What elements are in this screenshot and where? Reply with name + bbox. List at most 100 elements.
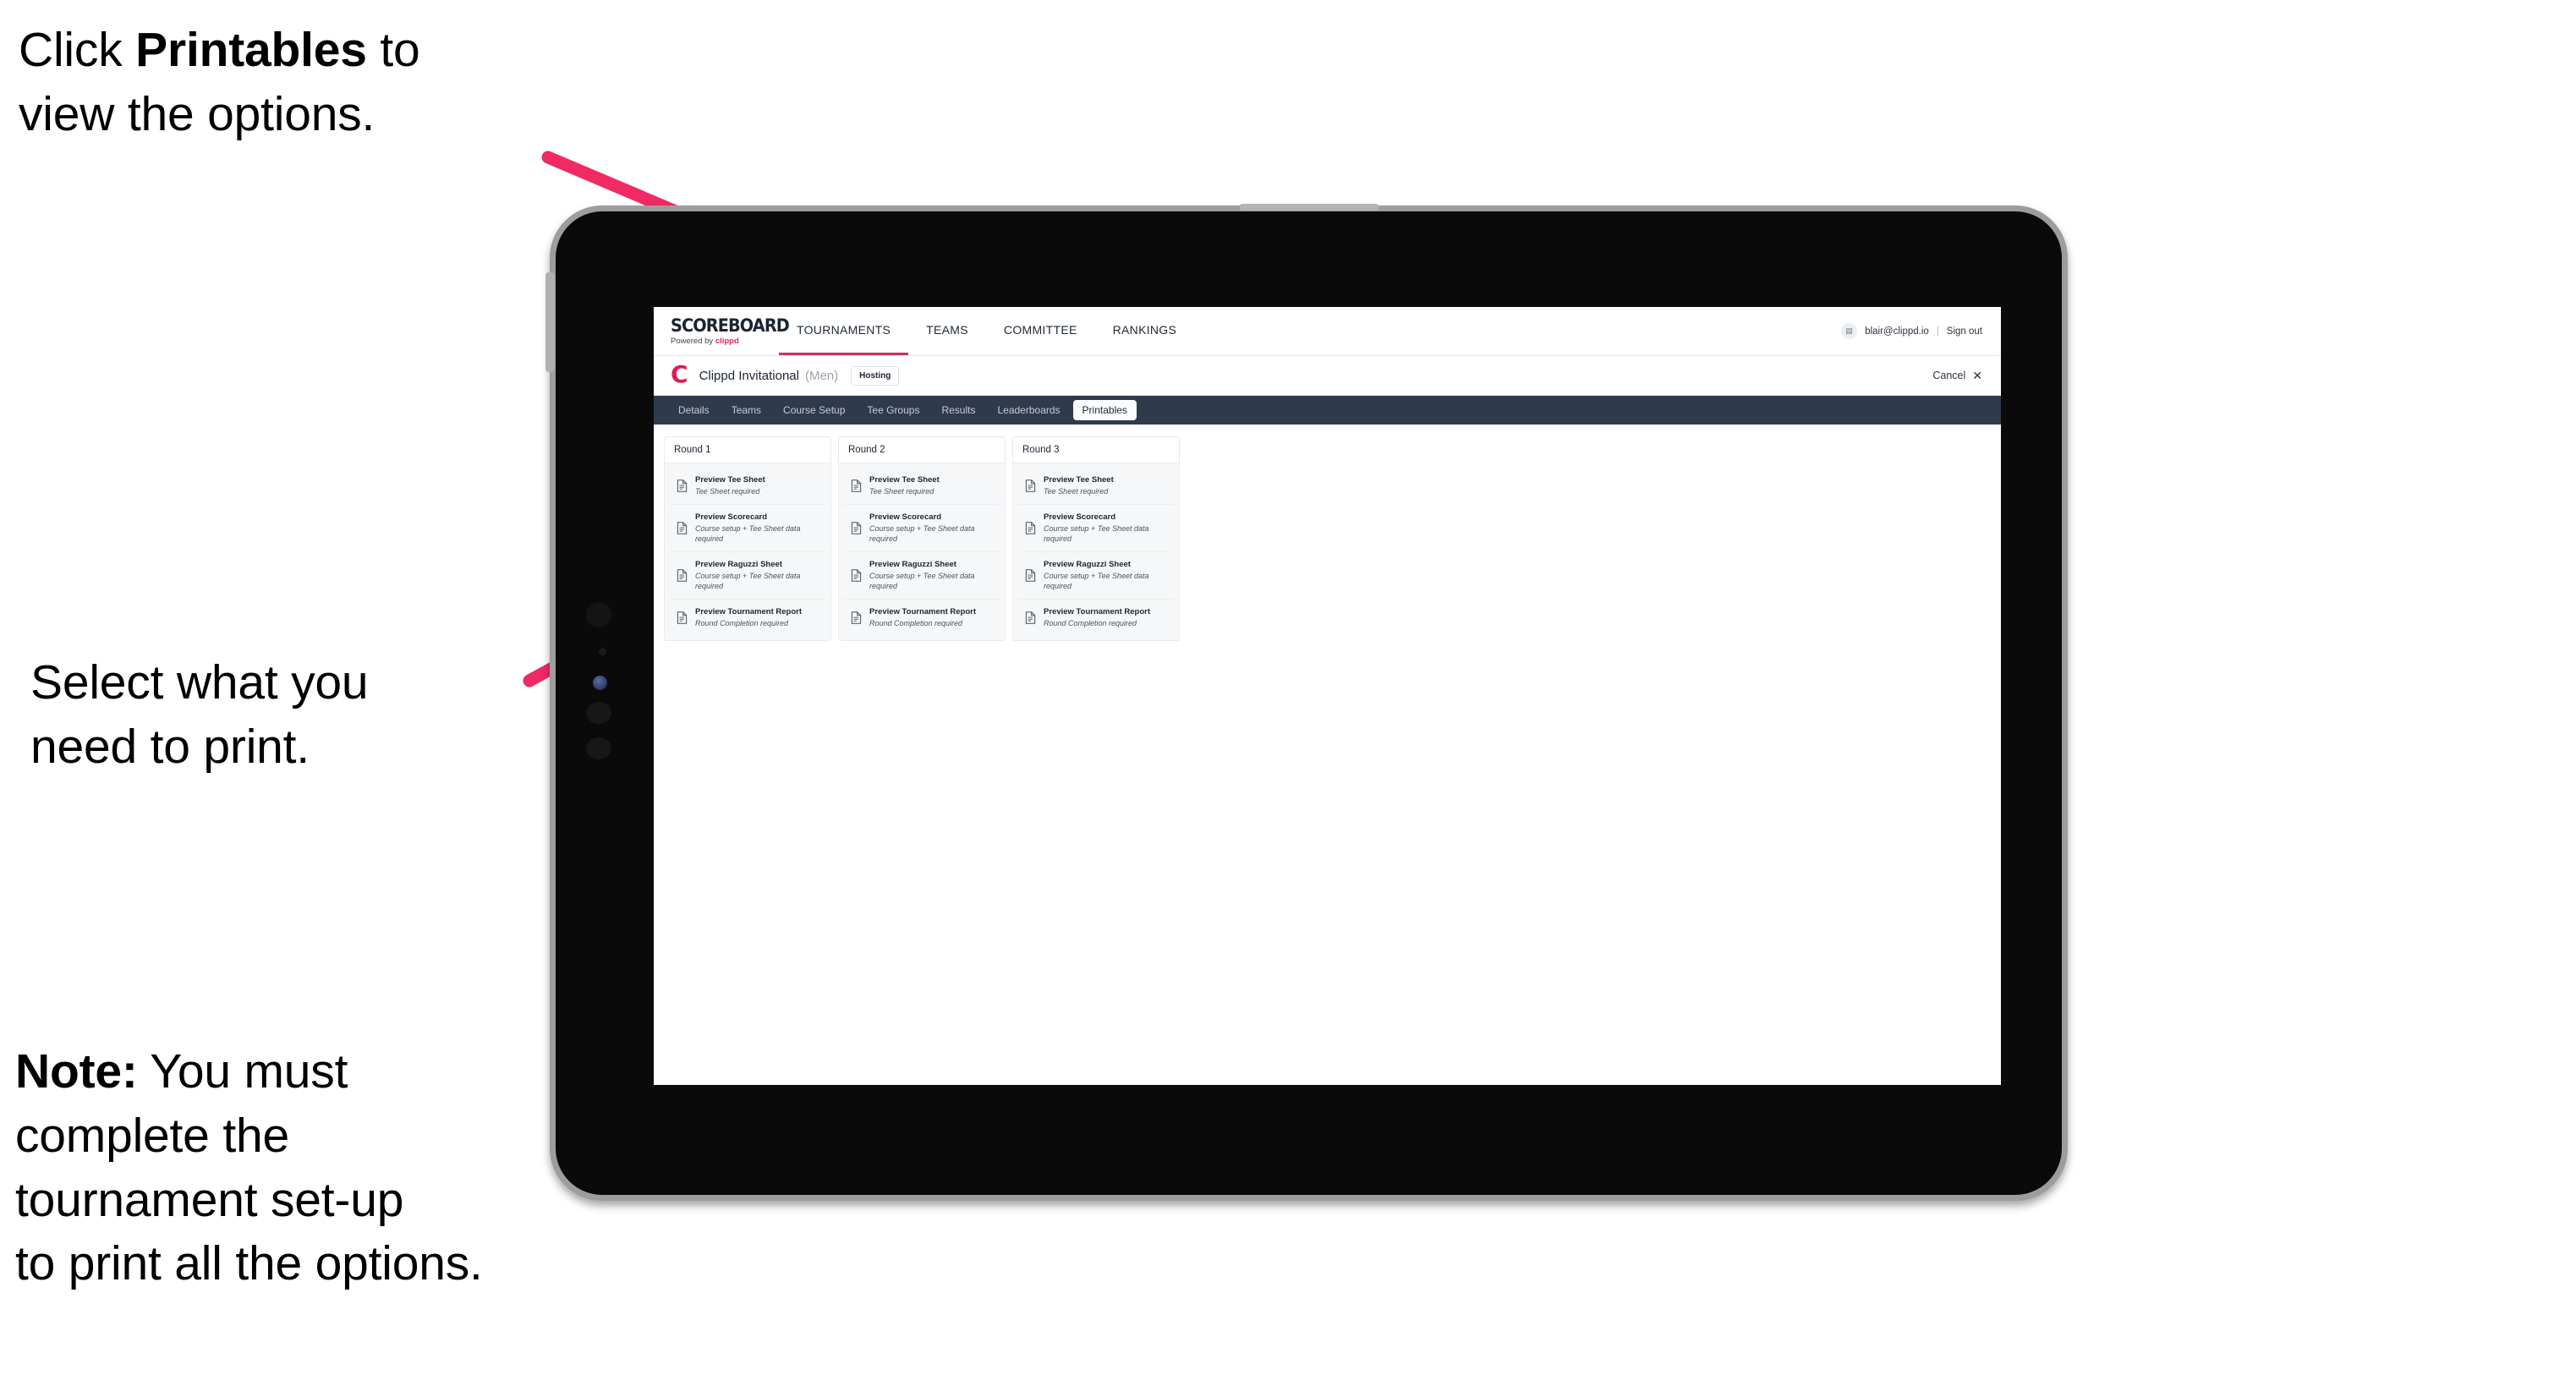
nav-item-tournaments[interactable]: TOURNAMENTS [779, 307, 909, 355]
tablet-top-speaker [1239, 204, 1378, 211]
printable-tee-sheet[interactable]: Preview Tee Sheet Tee Sheet required [844, 468, 1000, 505]
printable-title: Preview Tee Sheet [869, 475, 940, 485]
document-icon [1025, 569, 1036, 582]
document-icon [851, 569, 862, 582]
printable-requirement: Round Completion required [1044, 618, 1137, 627]
printable-title: Preview Tee Sheet [695, 475, 765, 485]
tab-details[interactable]: Details [669, 400, 719, 420]
printable-requirement: Course setup + Tee Sheet data required [869, 571, 975, 590]
printable-requirement: Course setup + Tee Sheet data required [869, 523, 975, 543]
screenshot-root: Click Printables to view the options. Se… [0, 0, 2576, 1386]
round-items: Preview Tee Sheet Tee Sheet required Prev… [1013, 463, 1179, 641]
document-icon [677, 569, 688, 582]
annotation-middle: Select what you need to print. [30, 655, 369, 774]
logo-wordmark: SCOREBOARD [671, 315, 790, 336]
account-area: ▤ blair@clippd.io | Sign out [1841, 307, 2001, 355]
round-column-3: Round 3 Preview Tee Sheet Tee Sheet requi… [1012, 436, 1180, 642]
document-icon [677, 611, 688, 624]
printable-title: Preview Tournament Report [695, 607, 802, 617]
round-items: Preview Tee Sheet Tee Sheet required Prev… [665, 463, 830, 641]
document-icon [851, 611, 862, 624]
document-icon [1025, 479, 1036, 492]
printable-requirement: Round Completion required [869, 618, 963, 627]
logo-tagline-brand: clippd [715, 336, 739, 346]
round-header: Round 3 [1013, 437, 1179, 463]
nav-item-teams[interactable]: TEAMS [908, 307, 986, 355]
printable-requirement: Tee Sheet required [1044, 486, 1109, 496]
tournament-tabs: Details Teams Course Setup Tee Groups Re… [654, 396, 2001, 425]
logo-tagline-prefix: Powered by [671, 336, 715, 346]
printable-tee-sheet[interactable]: Preview Tee Sheet Tee Sheet required [670, 468, 825, 505]
nav-item-rankings[interactable]: RANKINGS [1095, 307, 1195, 355]
printable-requirement: Tee Sheet required [695, 486, 760, 496]
volume-rocker-button[interactable] [545, 272, 555, 372]
clippd-c-logo-icon: C [671, 359, 688, 388]
tournament-name: Clippd Invitational [699, 368, 799, 383]
tournament-header: C Clippd Invitational (Men) Hosting Canc… [654, 356, 2001, 396]
tab-printables[interactable]: Printables [1072, 400, 1137, 420]
printable-title: Preview Tee Sheet [1044, 475, 1114, 485]
printable-tournament-report[interactable]: Preview Tournament Report Round Completio… [844, 600, 1000, 637]
sensor-dot-icon [599, 648, 606, 655]
tab-tee-groups[interactable]: Tee Groups [858, 400, 929, 420]
printable-requirement: Course setup + Tee Sheet data required [1044, 571, 1149, 590]
document-icon [851, 479, 862, 492]
printables-content: Round 1 Preview Tee Sheet Tee Sheet requi… [654, 425, 2001, 1085]
printable-title: Preview Raguzzi Sheet [1044, 560, 1131, 570]
tab-results[interactable]: Results [932, 400, 984, 420]
tab-leaderboards[interactable]: Leaderboards [988, 400, 1069, 420]
printable-title: Preview Raguzzi Sheet [695, 560, 782, 570]
printable-scorecard[interactable]: Preview Scorecard Course setup + Tee Shee… [1018, 504, 1174, 553]
avatar[interactable]: ▤ [1841, 323, 1858, 339]
side-button-lower[interactable] [586, 737, 611, 759]
tablet-device: SCOREBOARD Powered by clippd TOURNAMENTS… [545, 204, 2068, 1201]
printable-requirement: Course setup + Tee Sheet data required [1044, 523, 1149, 543]
printable-tournament-report[interactable]: Preview Tournament Report Round Completio… [670, 600, 825, 637]
document-icon [677, 479, 688, 492]
tab-course-setup[interactable]: Course Setup [774, 400, 854, 420]
side-button-upper[interactable] [586, 702, 611, 724]
printable-title: Preview Scorecard [869, 512, 942, 522]
printable-title: Preview Tournament Report [869, 607, 976, 617]
tab-teams[interactable]: Teams [722, 400, 770, 420]
primary-nav: TOURNAMENTS TEAMS COMMITTEE RANKINGS [779, 307, 1194, 355]
front-camera-icon [586, 602, 611, 627]
cancel-button[interactable]: Cancel ✕ [1932, 369, 1982, 383]
printable-title: Preview Raguzzi Sheet [869, 560, 956, 570]
document-icon [677, 522, 688, 534]
printable-raguzzi-sheet[interactable]: Preview Raguzzi Sheet Course setup + Tee … [844, 552, 1000, 600]
indicator-light-icon [593, 676, 607, 690]
document-icon [1025, 522, 1036, 534]
document-icon [851, 522, 862, 534]
tablet-screen: SCOREBOARD Powered by clippd TOURNAMENTS… [654, 307, 2001, 1085]
printable-scorecard[interactable]: Preview Scorecard Course setup + Tee Shee… [844, 504, 1000, 553]
cancel-label: Cancel [1932, 370, 1966, 381]
document-icon [1025, 611, 1036, 624]
app-header: SCOREBOARD Powered by clippd TOURNAMENTS… [654, 307, 2001, 356]
printable-requirement: Round Completion required [695, 618, 789, 627]
close-icon: ✕ [1972, 368, 1982, 382]
account-email: blair@clippd.io [1865, 326, 1929, 337]
nav-item-committee[interactable]: COMMITTEE [986, 307, 1095, 355]
printable-raguzzi-sheet[interactable]: Preview Raguzzi Sheet Course setup + Tee … [1018, 552, 1174, 600]
printable-tee-sheet[interactable]: Preview Tee Sheet Tee Sheet required [1018, 468, 1174, 505]
hosting-badge: Hosting [851, 365, 900, 386]
printable-requirement: Course setup + Tee Sheet data required [695, 523, 801, 543]
printable-tournament-report[interactable]: Preview Tournament Report Round Completio… [1018, 600, 1174, 637]
printable-requirement: Tee Sheet required [869, 486, 934, 496]
round-header: Round 2 [839, 437, 1005, 463]
sign-out-link[interactable]: Sign out [1947, 326, 1982, 337]
round-column-1: Round 1 Preview Tee Sheet Tee Sheet requi… [664, 436, 831, 642]
logo-tagline: Powered by clippd [671, 337, 779, 346]
round-header: Round 1 [665, 437, 830, 463]
round-column-2: Round 2 Preview Tee Sheet Tee Sheet requi… [838, 436, 1006, 642]
printable-requirement: Course setup + Tee Sheet data required [695, 571, 801, 590]
scoreboard-logo[interactable]: SCOREBOARD Powered by clippd [654, 307, 790, 355]
printable-title: Preview Scorecard [1044, 512, 1116, 522]
printable-raguzzi-sheet[interactable]: Preview Raguzzi Sheet Course setup + Tee … [670, 552, 825, 600]
printable-title: Preview Scorecard [695, 512, 768, 522]
account-separator: | [1936, 326, 1939, 337]
annotation-top: Click Printables to view the options. [19, 23, 420, 141]
tournament-gender: (Men) [804, 368, 839, 383]
printable-scorecard[interactable]: Preview Scorecard Course setup + Tee Shee… [670, 504, 825, 553]
